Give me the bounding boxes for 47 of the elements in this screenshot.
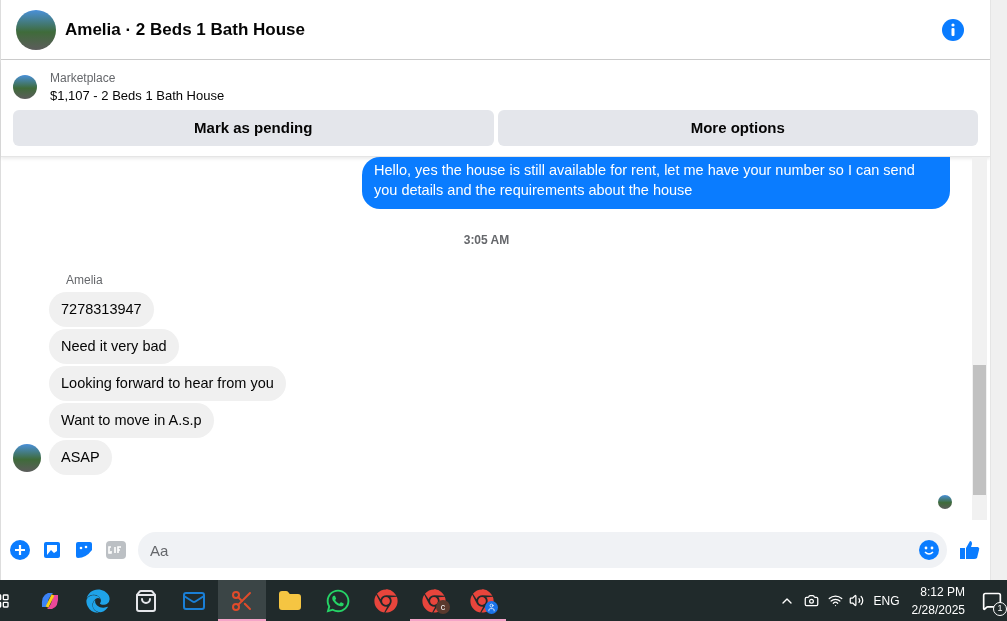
volume-icon[interactable]	[848, 593, 864, 608]
received-message: Need it very bad	[49, 329, 179, 364]
received-message: 7278313947	[49, 292, 154, 327]
received-message: Looking forward to hear from you	[49, 366, 286, 401]
chat-title: Amelia · 2 Beds 1 Bath House	[65, 18, 305, 41]
sticker-icon[interactable]	[74, 540, 94, 560]
message-input[interactable]: Aa	[138, 532, 947, 568]
person-badge	[485, 601, 498, 614]
taskbar-app[interactable]	[218, 580, 266, 621]
whatsapp-icon	[325, 587, 351, 614]
taskbar-app[interactable]: c	[410, 580, 458, 621]
profile-badge: c	[436, 600, 450, 614]
notifications-icon[interactable]	[982, 590, 1002, 611]
notification-count: 1	[993, 601, 1007, 616]
sender-avatar	[13, 443, 41, 472]
chrome-icon	[422, 588, 446, 613]
message-timestamp: 3:05 AM	[463, 232, 510, 249]
shopping-bag-icon	[134, 588, 158, 613]
emoji-icon[interactable]	[919, 540, 939, 560]
edge-icon	[86, 588, 110, 613]
seen-avatar	[938, 495, 952, 509]
info-icon[interactable]	[942, 18, 964, 41]
chrome-icon	[470, 588, 494, 613]
sender-name: Amelia	[66, 272, 104, 289]
profile-photo	[16, 9, 56, 50]
plus-icon[interactable]	[10, 540, 30, 560]
language-indicator[interactable]: ENG	[873, 591, 900, 610]
chat-scrollbar[interactable]	[972, 157, 987, 520]
action-button[interactable]: More options	[497, 110, 978, 146]
action-button[interactable]: Mark as pending	[13, 110, 494, 146]
sent-message: Hello, yes the house is still available for rent, let me have your number so I can send you details and the requirements about the house	[362, 157, 950, 209]
running-indicator	[218, 619, 266, 621]
received-message: ASAP	[49, 440, 112, 475]
clock[interactable]: 8:12 PM 2/28/2025	[911, 582, 965, 619]
listing-source: Marketplace	[50, 70, 117, 87]
scrollbar-thumb[interactable]	[973, 365, 986, 495]
received-message: Want to move in A.s.p	[49, 403, 214, 438]
chrome-icon	[374, 588, 398, 613]
wifi-icon[interactable]	[827, 593, 843, 608]
image-icon[interactable]	[42, 540, 62, 560]
folder-icon	[278, 588, 302, 613]
listing-photo	[13, 75, 37, 99]
thumbs-up-icon[interactable]	[959, 539, 981, 561]
listing-title: $1,107 - 2 Beds 1 Bath House	[50, 87, 225, 105]
scissors-icon	[230, 588, 254, 613]
page-scrollbar[interactable]	[990, 0, 1007, 580]
camera-icon[interactable]	[803, 593, 819, 608]
